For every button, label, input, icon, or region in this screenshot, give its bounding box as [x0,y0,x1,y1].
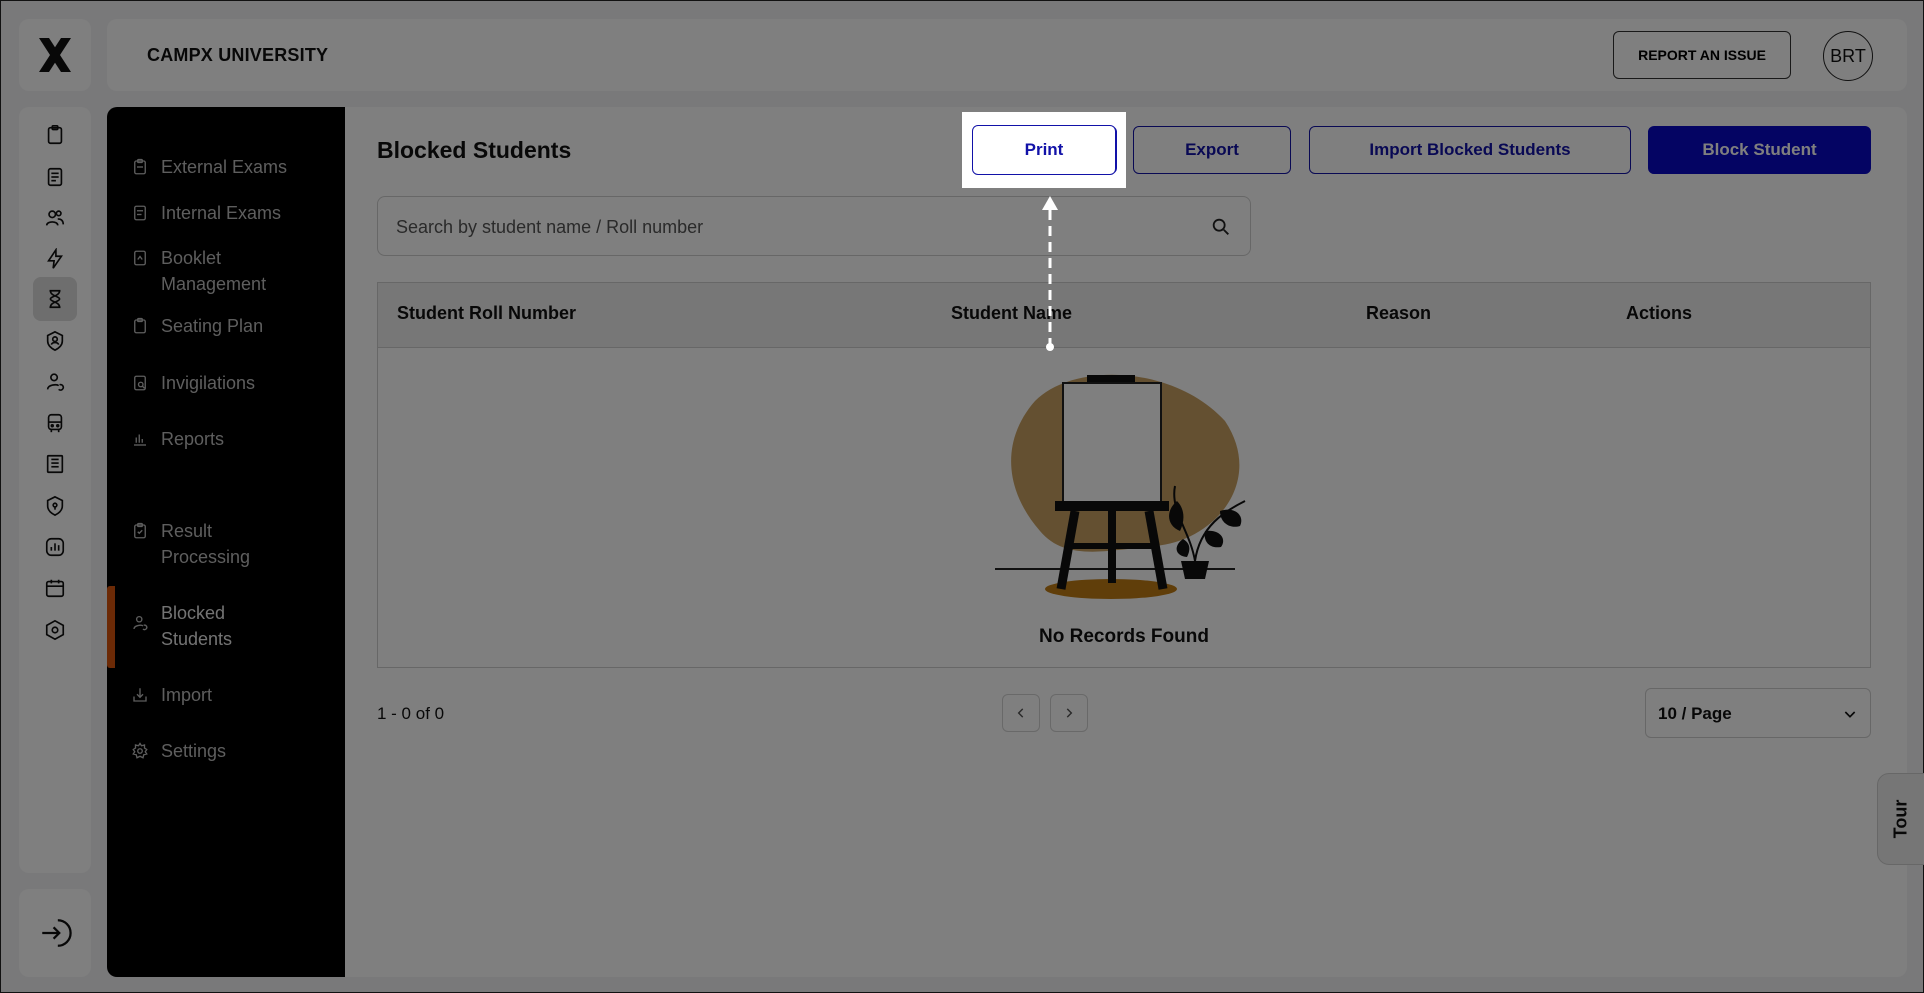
sidebar-item-import[interactable]: Import [131,682,341,708]
sidebar-item-blocked-students[interactable]: Blocked Students [131,600,291,652]
university-name: CAMPX UNIVERSITY [147,45,329,65]
empty-state-easel-illustration [995,374,1246,599]
next-page-button[interactable] [1050,694,1088,732]
page-size-select[interactable]: 10 / Page [1645,688,1871,738]
rail-bolt[interactable] [33,237,77,281]
booklet-icon [134,250,146,266]
block-student-button[interactable]: Block Student [1648,126,1871,174]
sidebar-item-booklet-management[interactable]: Booklet Management [131,245,291,297]
hourglass-icon [49,289,61,309]
pointer-arrow-icon [1042,196,1058,351]
blocked-students-table: Student Roll Number Student Name Reason … [377,282,1871,668]
chevron-left-icon [1017,708,1024,718]
sidebar-item-label: Result Processing [161,521,251,567]
sidebar-item-result-processing[interactable]: Result Processing [131,518,291,570]
rail-person-refresh[interactable] [33,360,77,404]
column-roll-number: Student Roll Number [397,303,576,323]
column-actions: Actions [1626,303,1693,323]
import-blocked-students-button[interactable]: Import Blocked Students [1309,126,1631,174]
seating-icon [134,317,146,334]
avatar[interactable]: BRT [1823,31,1873,81]
pagination-summary: 1 - 0 of 0 [377,704,445,723]
rail-hourglass[interactable] [33,277,77,321]
ledger-icon [46,454,64,474]
sidebar-item-label: Internal Exams [161,203,282,223]
chevron-down-icon [1844,711,1856,718]
sidebar-item-label: Reports [161,429,225,449]
sidebar-item-settings[interactable]: Settings [131,738,341,764]
rail-clipboard[interactable] [33,113,77,157]
exam-icon [134,205,146,221]
page-title: Blocked Students [377,137,572,163]
rail-shield-lock[interactable] [33,484,77,528]
bus-icon [47,413,63,433]
sidebar-active-indicator [107,586,115,668]
sidebar-item-label: Invigilations [161,373,256,393]
chart-icon [45,537,65,557]
rail-bus[interactable] [33,401,77,445]
rail-shield-person[interactable] [33,319,77,363]
shield-lock-icon [46,495,64,517]
sidebar-item-label: External Exams [161,157,288,177]
clipboard-icon [47,125,63,145]
sidebar-item-external-exams[interactable]: External Exams [131,154,341,180]
page-size-value: 10 / Page [1658,704,1732,723]
prev-page-button[interactable] [1002,694,1040,732]
rail-calendar[interactable] [33,566,77,610]
bolt-icon [47,248,63,269]
invigilation-icon [134,375,146,391]
search-bar [377,196,1251,257]
blocked-icon [133,615,148,631]
rail-ledger[interactable] [33,442,77,486]
sidebar-item-label: Booklet Management [161,248,267,294]
tour-label: Tour [1890,799,1911,839]
rail-hexagon-settings[interactable] [33,608,77,652]
sidebar-item-label: Seating Plan [161,316,264,336]
sidebar-item-invigilations[interactable]: Invigilations [131,370,341,396]
icon-rail [19,107,91,873]
sidebar-item-label: Blocked Students [161,603,233,649]
sidebar-item-seating-plan[interactable]: Seating Plan [131,313,341,339]
calendar-icon [45,579,65,598]
hexagon-settings-icon [45,619,65,641]
search-input[interactable] [394,197,1198,257]
column-reason: Reason [1366,303,1432,323]
rail-people[interactable] [33,196,77,240]
table-header: Student Roll Number Student Name Reason … [378,283,1870,348]
logout-button[interactable] [19,889,91,977]
rail-chart[interactable] [33,525,77,569]
settings-icon [132,742,148,759]
report-issue-button[interactable]: REPORT AN ISSUE [1613,31,1791,79]
tour-tab[interactable]: Tour [1877,773,1924,865]
rail-notebook[interactable] [33,155,77,199]
import-icon [133,688,147,702]
sidebar-item-label: Settings [161,741,227,761]
exam-icon [134,158,146,175]
empty-state-text: No Records Found [1039,626,1209,647]
sidebar-item-label: Import [161,685,213,705]
sidebar: External Exams Internal Exams Booklet Ma… [107,107,345,977]
sidebar-item-internal-exams[interactable]: Internal Exams [131,200,341,226]
result-icon [134,522,146,539]
top-header: CAMPX UNIVERSITY REPORT AN ISSUE BRT [107,19,1907,91]
notebook-icon [47,167,63,187]
chevron-right-icon [1066,708,1073,718]
print-button-highlighted[interactable]: Print [972,125,1116,175]
people-icon [45,210,65,226]
sidebar-item-reports[interactable]: Reports [131,426,341,452]
reports-icon [134,434,146,446]
logout-icon [42,919,72,947]
search-icon[interactable] [1210,216,1232,238]
logo[interactable] [19,19,91,91]
export-button[interactable]: Export [1133,126,1291,174]
person-refresh-icon [46,373,65,391]
shield-person-icon [46,330,64,352]
app-frame: CAMPX UNIVERSITY REPORT AN ISSUE BRT Ext… [0,0,1924,993]
main-content: Blocked Students Print Export Import Blo… [345,107,1907,977]
x-logo-icon [39,38,71,72]
